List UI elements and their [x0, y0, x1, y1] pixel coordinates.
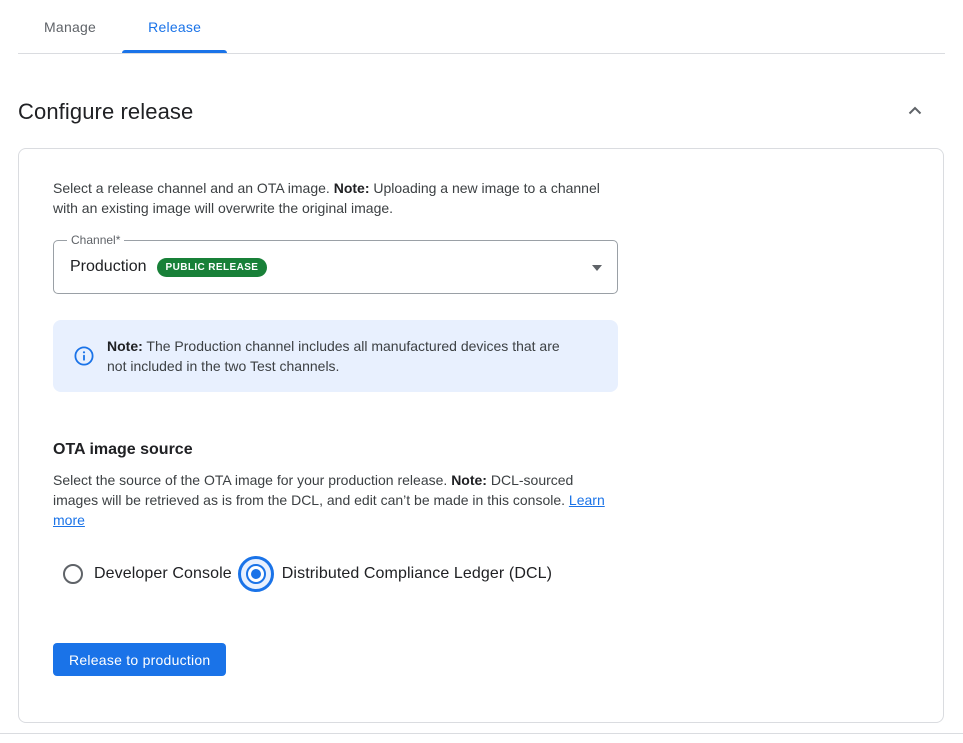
intro-text: Select a release channel and an OTA imag… [53, 178, 620, 218]
tab-bar: Manage Release [18, 0, 945, 54]
section-header: Configure release [18, 98, 927, 126]
active-tab-indicator [122, 50, 227, 53]
note-box: Note: The Production channel includes al… [53, 320, 618, 392]
channel-select-label: Channel* [67, 233, 124, 247]
radio-dcl-label: Distributed Compliance Ledger (DCL) [282, 565, 552, 583]
radio-unselected-icon [63, 564, 83, 584]
ota-source-description: Select the source of the OTA image for y… [53, 470, 620, 530]
caret-down-icon [592, 265, 602, 271]
tab-release-label: Release [148, 19, 201, 35]
ota-source-radio-group: Developer Console Distributed Compliance… [53, 554, 909, 594]
radio-selected-focus-ring [238, 556, 274, 592]
release-card: Select a release channel and an OTA imag… [18, 148, 944, 723]
radio-developer-console-label: Developer Console [94, 565, 232, 583]
release-to-production-button[interactable]: Release to production [53, 643, 226, 676]
radio-dcl[interactable]: Distributed Compliance Ledger (DCL) [232, 556, 552, 592]
radio-developer-console[interactable]: Developer Console [53, 564, 232, 584]
channel-select[interactable]: Channel* Production PUBLIC RELEASE [53, 240, 618, 294]
collapse-section-button[interactable] [903, 100, 927, 124]
public-release-badge: PUBLIC RELEASE [157, 258, 268, 277]
radio-selected-dot [251, 569, 261, 579]
note-text: Note: The Production channel includes al… [107, 336, 577, 376]
tab-manage-label: Manage [44, 19, 96, 35]
info-icon [74, 346, 94, 366]
chevron-up-icon [903, 99, 927, 126]
radio-selected-icon [246, 564, 266, 584]
tab-manage[interactable]: Manage [18, 0, 122, 53]
ota-source-heading: OTA image source [53, 440, 909, 460]
tab-release[interactable]: Release [122, 0, 227, 53]
page-title: Configure release [18, 98, 193, 126]
channel-selected-value: Production [70, 258, 147, 276]
bottom-divider [0, 733, 963, 734]
